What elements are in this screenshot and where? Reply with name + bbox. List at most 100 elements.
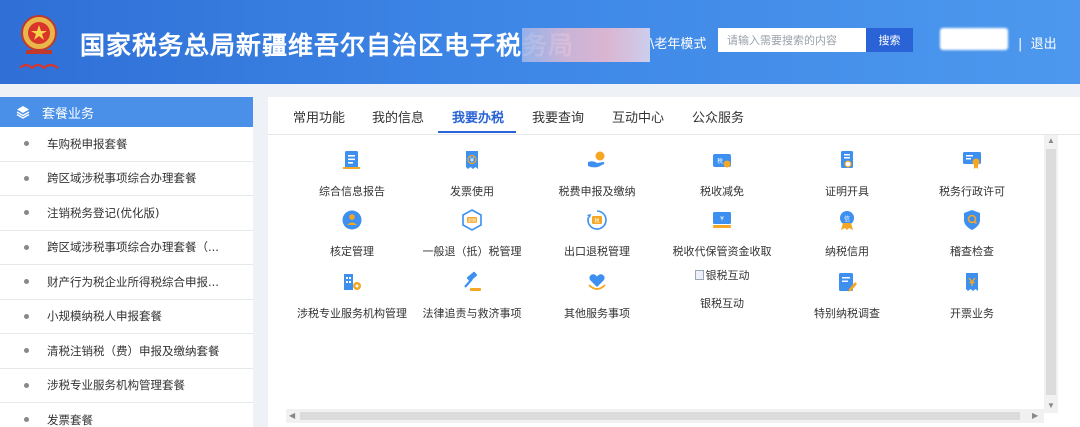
inspection-icon	[961, 209, 983, 231]
credit-icon: 信	[836, 209, 858, 231]
service-label: 特别纳税调查	[814, 307, 880, 320]
sidebar-item-label: 清税注销税（费）申报及缴纳套餐	[47, 343, 220, 358]
service-item[interactable]: 其他服务事项	[535, 271, 659, 321]
vertical-scroll-thumb[interactable]	[1046, 149, 1056, 395]
scroll-right-icon[interactable]: ▶	[1032, 411, 1038, 420]
broken-image-icon	[694, 270, 704, 280]
sidebar-item[interactable]: 涉税专业服务机构管理套餐	[0, 369, 253, 403]
service-item[interactable]: 退税 一般退（抵）税管理	[410, 209, 534, 259]
horizontal-scrollbar[interactable]: ◀ ▶	[286, 409, 1044, 423]
service-item[interactable]: 核定管理	[290, 209, 414, 259]
bullet-icon	[24, 348, 29, 354]
sidebar-item-label: 车购税申报套餐	[47, 136, 128, 151]
export-refund-icon: 税	[586, 209, 608, 231]
scroll-up-icon[interactable]: ▲	[1047, 136, 1055, 145]
sidebar-item[interactable]: 清税注销税（费）申报及缴纳套餐	[0, 334, 253, 369]
service-item[interactable]: 法律追责与救济事项	[410, 271, 534, 321]
bank-tax-icon: 银税互动	[694, 267, 750, 283]
service-item[interactable]: ¥ 税收代保管资金收取	[660, 209, 784, 259]
service-grid: 综合信息报告 ¥ 发票使用 税费申报及缴纳 税 税收减免 证明开具 税务行政许可…	[290, 141, 1042, 409]
redacted-region	[522, 28, 650, 62]
service-label: 其他服务事项	[564, 307, 630, 320]
bullet-icon	[24, 244, 29, 250]
bullet-icon	[24, 382, 29, 388]
header-bar: 国家税务总局新疆维吾尔自治区电子税务局 \老年模式 搜索 | 退出	[0, 0, 1080, 84]
service-item[interactable]: 开票业务	[910, 271, 1034, 321]
tab-tax-handling[interactable]: 我要办税	[452, 107, 504, 126]
tab-public-service[interactable]: 公众服务	[692, 107, 744, 126]
svg-text:¥: ¥	[720, 216, 724, 223]
sidebar-item[interactable]: 跨区域涉税事项综合办理套餐（...	[0, 231, 253, 265]
sidebar-item-label: 注销税务登记(优化版)	[47, 205, 160, 220]
search-input[interactable]	[718, 28, 866, 52]
vertical-scrollbar[interactable]: ▲ ▼	[1044, 135, 1058, 413]
service-item[interactable]: 特别纳税调查	[785, 271, 909, 321]
horizontal-scroll-thumb[interactable]	[300, 412, 1020, 420]
sidebar-item[interactable]: 跨区域涉税事项综合办理套餐	[0, 162, 253, 196]
report-icon	[341, 149, 363, 171]
logout-label: 退出	[1030, 37, 1057, 52]
sidebar-title: 套餐业务	[42, 106, 95, 122]
service-item[interactable]: 综合信息报告	[290, 149, 414, 199]
elder-mode-link[interactable]: \老年模式	[650, 33, 706, 52]
service-label: 综合信息报告	[319, 185, 385, 198]
tab-query[interactable]: 我要查询	[532, 107, 584, 126]
service-item[interactable]: 税 税收减免	[660, 149, 784, 199]
service-label: 银税互动	[700, 297, 744, 310]
sidebar-header[interactable]: 套餐业务	[0, 97, 253, 127]
sidebar: 套餐业务 车购税申报套餐 跨区域涉税事项综合办理套餐 注销税务登记(优化版) 跨…	[0, 97, 253, 427]
logout-link[interactable]: | 退出	[1018, 33, 1057, 52]
sidebar-item[interactable]: 财产行为税企业所得税综合申报...	[0, 265, 253, 300]
sidebar-item-label: 发票套餐	[47, 412, 93, 427]
svg-text:税: 税	[717, 157, 723, 165]
tab-common-functions[interactable]: 常用功能	[293, 107, 345, 126]
site-title: 国家税务总局新疆维吾尔自治区电子税务局	[80, 31, 575, 60]
tab-bar: 常用功能 我的信息 我要办税 我要查询 互动中心 公众服务	[268, 97, 1080, 135]
heart-icon	[586, 271, 608, 293]
service-item[interactable]: 信 纳税信用	[785, 209, 909, 259]
tax-emblem-logo	[14, 8, 64, 76]
service-item[interactable]: 证明开具	[785, 149, 909, 199]
certificate-icon	[836, 149, 858, 171]
service-label: 税收代保管资金收取	[672, 245, 772, 258]
bullet-icon	[24, 417, 29, 423]
tab-my-info[interactable]: 我的信息	[372, 107, 424, 126]
sidebar-item[interactable]: 车购税申报套餐	[0, 127, 253, 162]
sidebar-item[interactable]: 发票套餐	[0, 403, 253, 427]
redacted-username	[940, 28, 1008, 50]
service-label: 出口退税管理	[564, 245, 630, 258]
custody-funds-icon: ¥	[711, 209, 733, 231]
service-item[interactable]: 税 出口退税管理	[535, 209, 659, 259]
service-item[interactable]: 涉税专业服务机构管理	[290, 271, 414, 321]
service-item[interactable]: 银税互动 银税互动	[660, 267, 784, 311]
svg-text:税: 税	[594, 217, 599, 224]
search-button[interactable]: 搜索	[866, 28, 913, 52]
service-label: 稽查检查	[950, 245, 994, 258]
svg-text:退税: 退税	[468, 217, 477, 224]
sidebar-item-label: 小规模纳税人申报套餐	[47, 309, 162, 324]
service-item[interactable]: 税费申报及缴纳	[535, 149, 659, 199]
service-item[interactable]: 税务行政许可	[910, 149, 1034, 199]
bullet-icon	[24, 210, 29, 216]
service-label: 发票使用	[450, 185, 494, 198]
invoice-icon: ¥	[461, 149, 483, 171]
layers-icon	[16, 105, 30, 119]
service-label: 开票业务	[950, 307, 994, 320]
service-label: 涉税专业服务机构管理	[297, 307, 407, 320]
sidebar-item[interactable]: 小规模纳税人申报套餐	[0, 300, 253, 334]
service-label: 核定管理	[330, 245, 374, 258]
sidebar-item[interactable]: 注销税务登记(优化版)	[0, 196, 253, 231]
gavel-icon	[461, 271, 483, 293]
package-list: 车购税申报套餐 跨区域涉税事项综合办理套餐 注销税务登记(优化版) 跨区域涉税事…	[0, 127, 253, 427]
service-item[interactable]: ¥ 发票使用	[410, 149, 534, 199]
sidebar-item-label: 跨区域涉税事项综合办理套餐	[47, 171, 197, 186]
service-item[interactable]: 稽查检查	[910, 209, 1034, 259]
scroll-down-icon[interactable]: ▼	[1047, 401, 1055, 410]
license-icon	[961, 149, 983, 171]
scroll-left-icon[interactable]: ◀	[289, 411, 295, 420]
refund-icon: 退税	[461, 209, 483, 231]
service-label: 证明开具	[825, 185, 869, 198]
investigation-icon	[836, 271, 858, 293]
tab-interaction-center[interactable]: 互动中心	[612, 107, 664, 126]
active-tab-indicator	[438, 131, 516, 133]
